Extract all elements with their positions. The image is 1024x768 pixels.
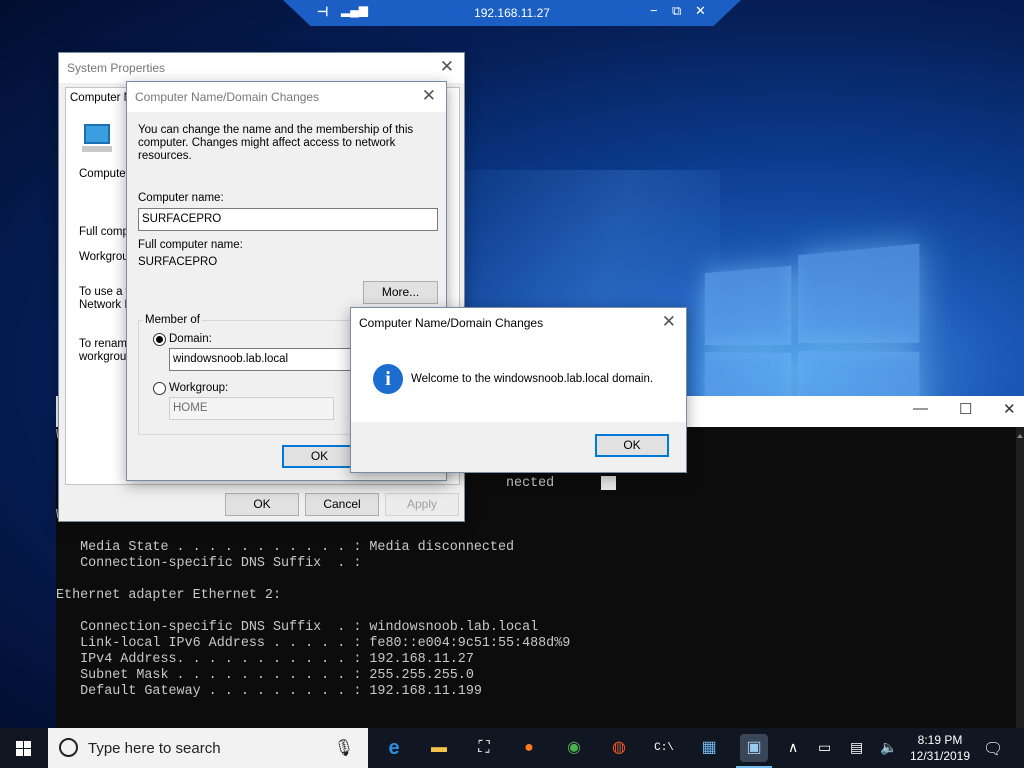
chevron-up-icon[interactable]: ∧ — [788, 739, 798, 756]
workgroup-radio[interactable] — [153, 382, 166, 395]
more-button[interactable]: More... — [363, 281, 438, 304]
welcome-message-dialog: Computer Name/Domain Changes ✕ i Welcome… — [350, 307, 687, 473]
taskbar-search-box[interactable]: Type here to search 🎙 — [48, 728, 368, 768]
tab-computer-name[interactable]: Computer N — [70, 92, 132, 104]
scrollbar[interactable] — [1016, 427, 1024, 728]
computer-icon — [84, 124, 110, 144]
cancel-button[interactable]: Cancel — [305, 493, 379, 516]
restore-icon[interactable]: ⧉ — [672, 3, 681, 19]
store-icon[interactable]: ⛶ — [470, 734, 498, 762]
computer-description-label: Computer — [79, 168, 130, 180]
ok-button[interactable]: OK — [595, 434, 669, 457]
close-icon[interactable]: ✕ — [422, 86, 436, 106]
clock[interactable]: 8:19 PM 12/31/2019 — [900, 732, 980, 764]
rdp-connection-bar: ⊣ ▂▄▆ 192.168.11.27 − ⧉ ✕ — [283, 0, 741, 26]
rename-text-2: workgroup — [79, 351, 133, 363]
system-icon[interactable]: ▦ — [695, 734, 723, 762]
dialog-title: System Properties — [67, 61, 166, 75]
ok-button[interactable]: OK — [225, 493, 299, 516]
cmd-line: Ethernet adapter Ethernet 2: — [56, 588, 281, 603]
command-prompt-icon[interactable]: C:\ — [650, 734, 678, 762]
maximize-icon[interactable]: ☐ — [959, 400, 972, 418]
dialog-title: Computer Name/Domain Changes — [359, 316, 544, 330]
title-bar[interactable]: System Properties ✕ — [59, 53, 464, 83]
file-explorer-icon[interactable]: ▬ — [425, 734, 453, 762]
cmd-line — [56, 604, 570, 620]
taskbar: Type here to search 🎙 e ▬ ⛶ ● ◉ ◍ C:\ ▦ … — [0, 728, 1024, 768]
clock-date: 12/31/2019 — [909, 749, 971, 763]
cmd-line — [56, 572, 570, 588]
close-icon[interactable]: ✕ — [662, 312, 676, 332]
cmd-line — [56, 524, 570, 540]
start-button[interactable] — [0, 728, 48, 768]
clock-time: 8:19 PM — [917, 733, 963, 747]
close-icon[interactable]: ✕ — [695, 3, 706, 19]
cmd-line: Link-local IPv6 Address . . . . . : fe80… — [56, 636, 571, 651]
search-placeholder: Type here to search — [88, 740, 221, 757]
member-of-label: Member of — [143, 314, 202, 326]
origin-icon[interactable]: ◍ — [605, 734, 633, 762]
close-icon[interactable]: ✕ — [1003, 400, 1016, 418]
apply-button[interactable]: Apply — [385, 493, 459, 516]
chrome-icon[interactable]: ◉ — [560, 734, 588, 762]
close-icon[interactable]: ✕ — [440, 57, 454, 77]
computer-name-label: Computer name: — [138, 192, 224, 204]
title-bar[interactable]: Computer Name/Domain Changes ✕ — [351, 308, 686, 338]
minimize-icon[interactable]: − — [650, 3, 658, 18]
computer-icon-base — [82, 146, 112, 152]
domain-radio[interactable] — [153, 333, 166, 346]
remote-desktop-icon[interactable]: ▣ — [736, 734, 772, 768]
intro-text: You can change the name and the membersh… — [138, 124, 414, 162]
firefox-icon[interactable]: ● — [515, 734, 543, 762]
cmd-line: Default Gateway . . . . . . . . . : 192.… — [56, 684, 482, 699]
message-area: i Welcome to the windowsnoob.lab.local d… — [351, 338, 686, 422]
battery-icon[interactable]: ▭ — [818, 739, 831, 756]
cmd-line: IPv4 Address. . . . . . . . . . . : 192.… — [56, 652, 474, 667]
info-icon: i — [373, 364, 403, 394]
dialog-title: Computer Name/Domain Changes — [135, 90, 320, 104]
workgroup-input[interactable]: HOME — [169, 397, 334, 420]
domain-label: Domain: — [169, 333, 212, 345]
network-icon[interactable]: ▤ — [850, 739, 863, 756]
title-bar[interactable]: Computer Name/Domain Changes ✕ — [127, 82, 446, 112]
full-computer-name-value: SURFACEPRO — [138, 256, 218, 268]
ok-button[interactable]: OK — [282, 445, 357, 468]
cmd-line: Connection-specific DNS Suffix . : — [56, 556, 362, 571]
text-cursor — [601, 476, 616, 490]
cmd-line: Media State . . . . . . . . . . . : Medi… — [56, 540, 515, 555]
full-computer-name-label: Full computer name: — [138, 239, 243, 251]
welcome-message: Welcome to the windowsnoob.lab.local dom… — [411, 373, 654, 385]
computer-name-input[interactable]: SURFACEPRO — [138, 208, 438, 231]
cortana-icon — [59, 738, 78, 757]
edge-icon[interactable]: e — [380, 734, 408, 762]
minimize-icon[interactable]: — — [913, 400, 928, 417]
workgroup-label: Workgroup: — [169, 382, 229, 394]
cmd-line: Connection-specific DNS Suffix . : windo… — [56, 620, 539, 635]
microphone-icon[interactable]: 🎙 — [334, 738, 354, 758]
volume-icon[interactable]: 🔈 — [880, 739, 897, 756]
action-center-icon[interactable]: 🗨 — [983, 739, 1003, 759]
cmd-line: Subnet Mask . . . . . . . . . . . : 255.… — [56, 668, 474, 683]
